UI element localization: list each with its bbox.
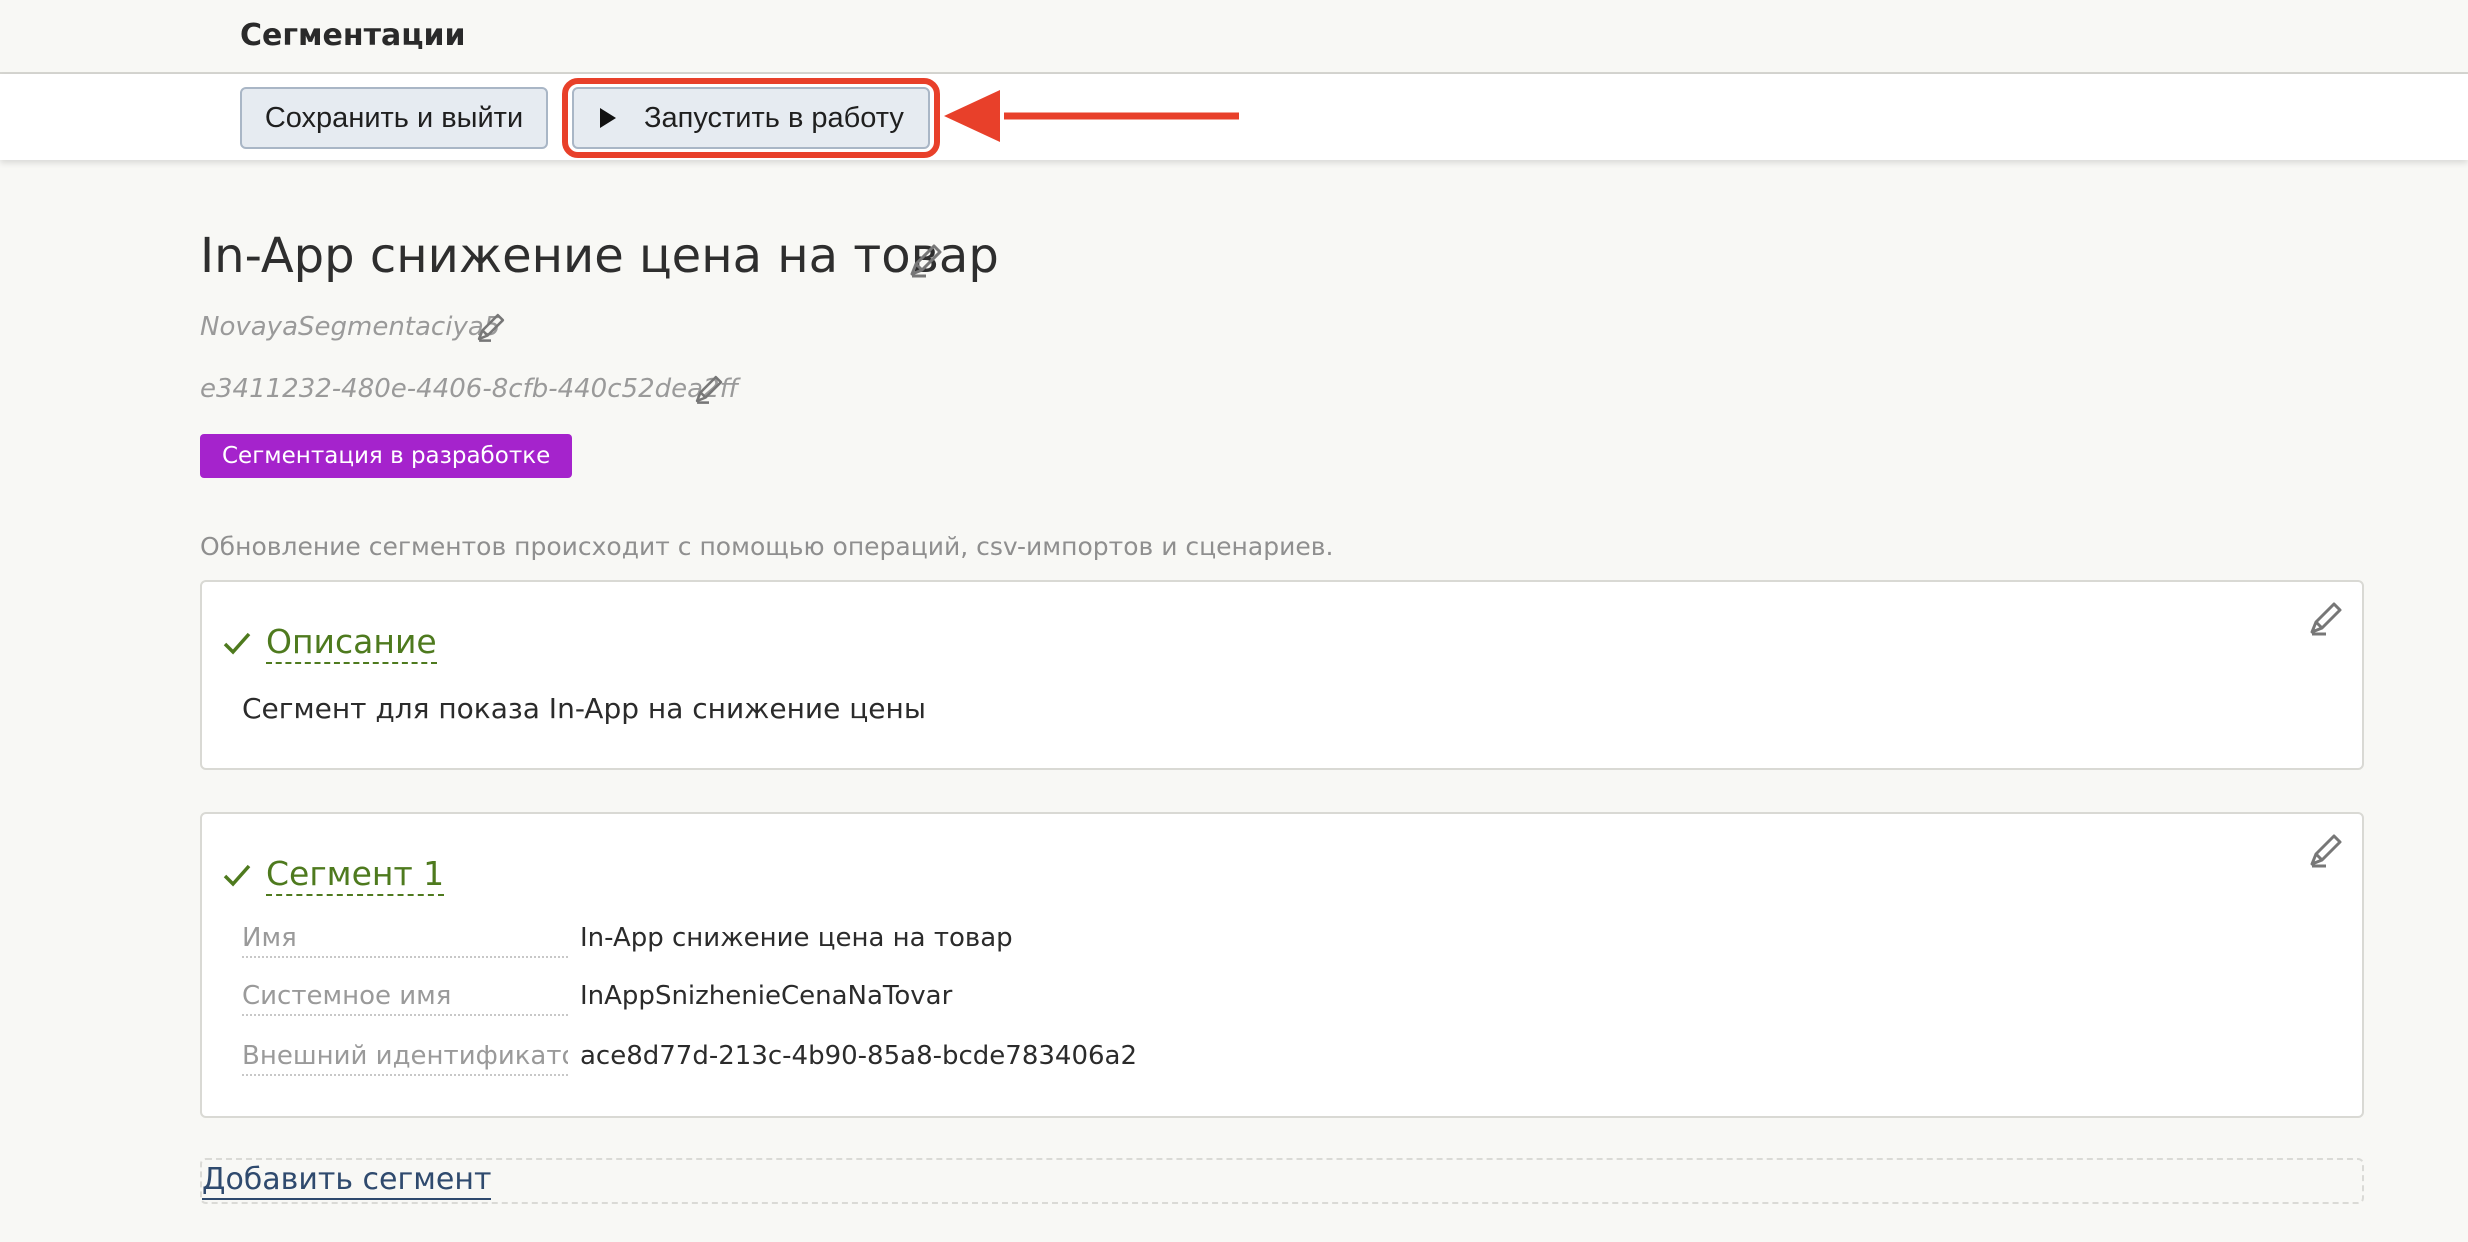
add-segment-area: Добавить сегмент: [200, 1158, 2364, 1204]
segment-card-title[interactable]: Сегмент 1: [266, 854, 445, 896]
pencil-icon[interactable]: [692, 372, 726, 406]
launch-button[interactable]: Запустить в работу: [572, 87, 930, 149]
launch-button-label: Запустить в работу: [644, 101, 904, 134]
arrow-left-icon: [944, 90, 1239, 142]
segmentation-uuid: e3411232-480e-4406-8cfb-440c52dea2ff: [200, 374, 739, 404]
segment-card-header: Сегмент 1: [222, 854, 445, 896]
status-badge: Сегментация в разработке: [200, 434, 573, 478]
field-value: In-App снижение цена на товар: [580, 923, 1013, 953]
check-icon: [223, 864, 251, 887]
description-card-title[interactable]: Описание: [266, 622, 437, 664]
field-row-name: Имя In-App снижение цена на товар: [242, 920, 1242, 960]
segment-card: Сегмент 1 Имя In-App снижение цена на то…: [200, 812, 2364, 1118]
check-icon: [223, 632, 251, 655]
save-and-exit-button[interactable]: Сохранить и выйти: [240, 87, 548, 149]
field-row-system-name: Системное имя InAppSnizhenieCenaNaTovar: [242, 978, 1242, 1018]
segmentation-title: In-App снижение цена на товар: [200, 228, 999, 284]
page: Сегментации Сохранить и выйти Запустить …: [0, 0, 2468, 1242]
field-label: Имя: [242, 920, 568, 958]
pencil-icon[interactable]: [2306, 830, 2346, 870]
description-card: Описание Сегмент для показа In-App на сн…: [200, 580, 2364, 770]
update-note: Обновление сегментов происходит с помощь…: [200, 532, 1334, 561]
field-label: Системное имя: [242, 978, 568, 1016]
pencil-icon[interactable]: [906, 240, 946, 280]
page-section-title: Сегментации: [240, 18, 466, 53]
pencil-icon[interactable]: [474, 310, 508, 344]
field-label: Внешний идентификатор: [242, 1038, 568, 1076]
description-card-header: Описание: [222, 622, 437, 664]
field-row-external-id: Внешний идентификатор ace8d77d-213c-4b90…: [242, 1038, 1242, 1078]
add-segment-link[interactable]: Добавить сегмент: [202, 1162, 492, 1200]
pencil-icon[interactable]: [2306, 598, 2346, 638]
field-value: InAppSnizhenieCenaNaTovar: [580, 981, 953, 1011]
description-text: Сегмент для показа In-App на снижение це…: [242, 692, 926, 725]
header: Сегментации: [0, 0, 2468, 74]
system-name: NovayaSegmentaciya5: [200, 312, 501, 342]
play-icon: [600, 108, 616, 128]
field-value: ace8d77d-213c-4b90-85a8-bcde783406a2: [580, 1041, 1138, 1071]
